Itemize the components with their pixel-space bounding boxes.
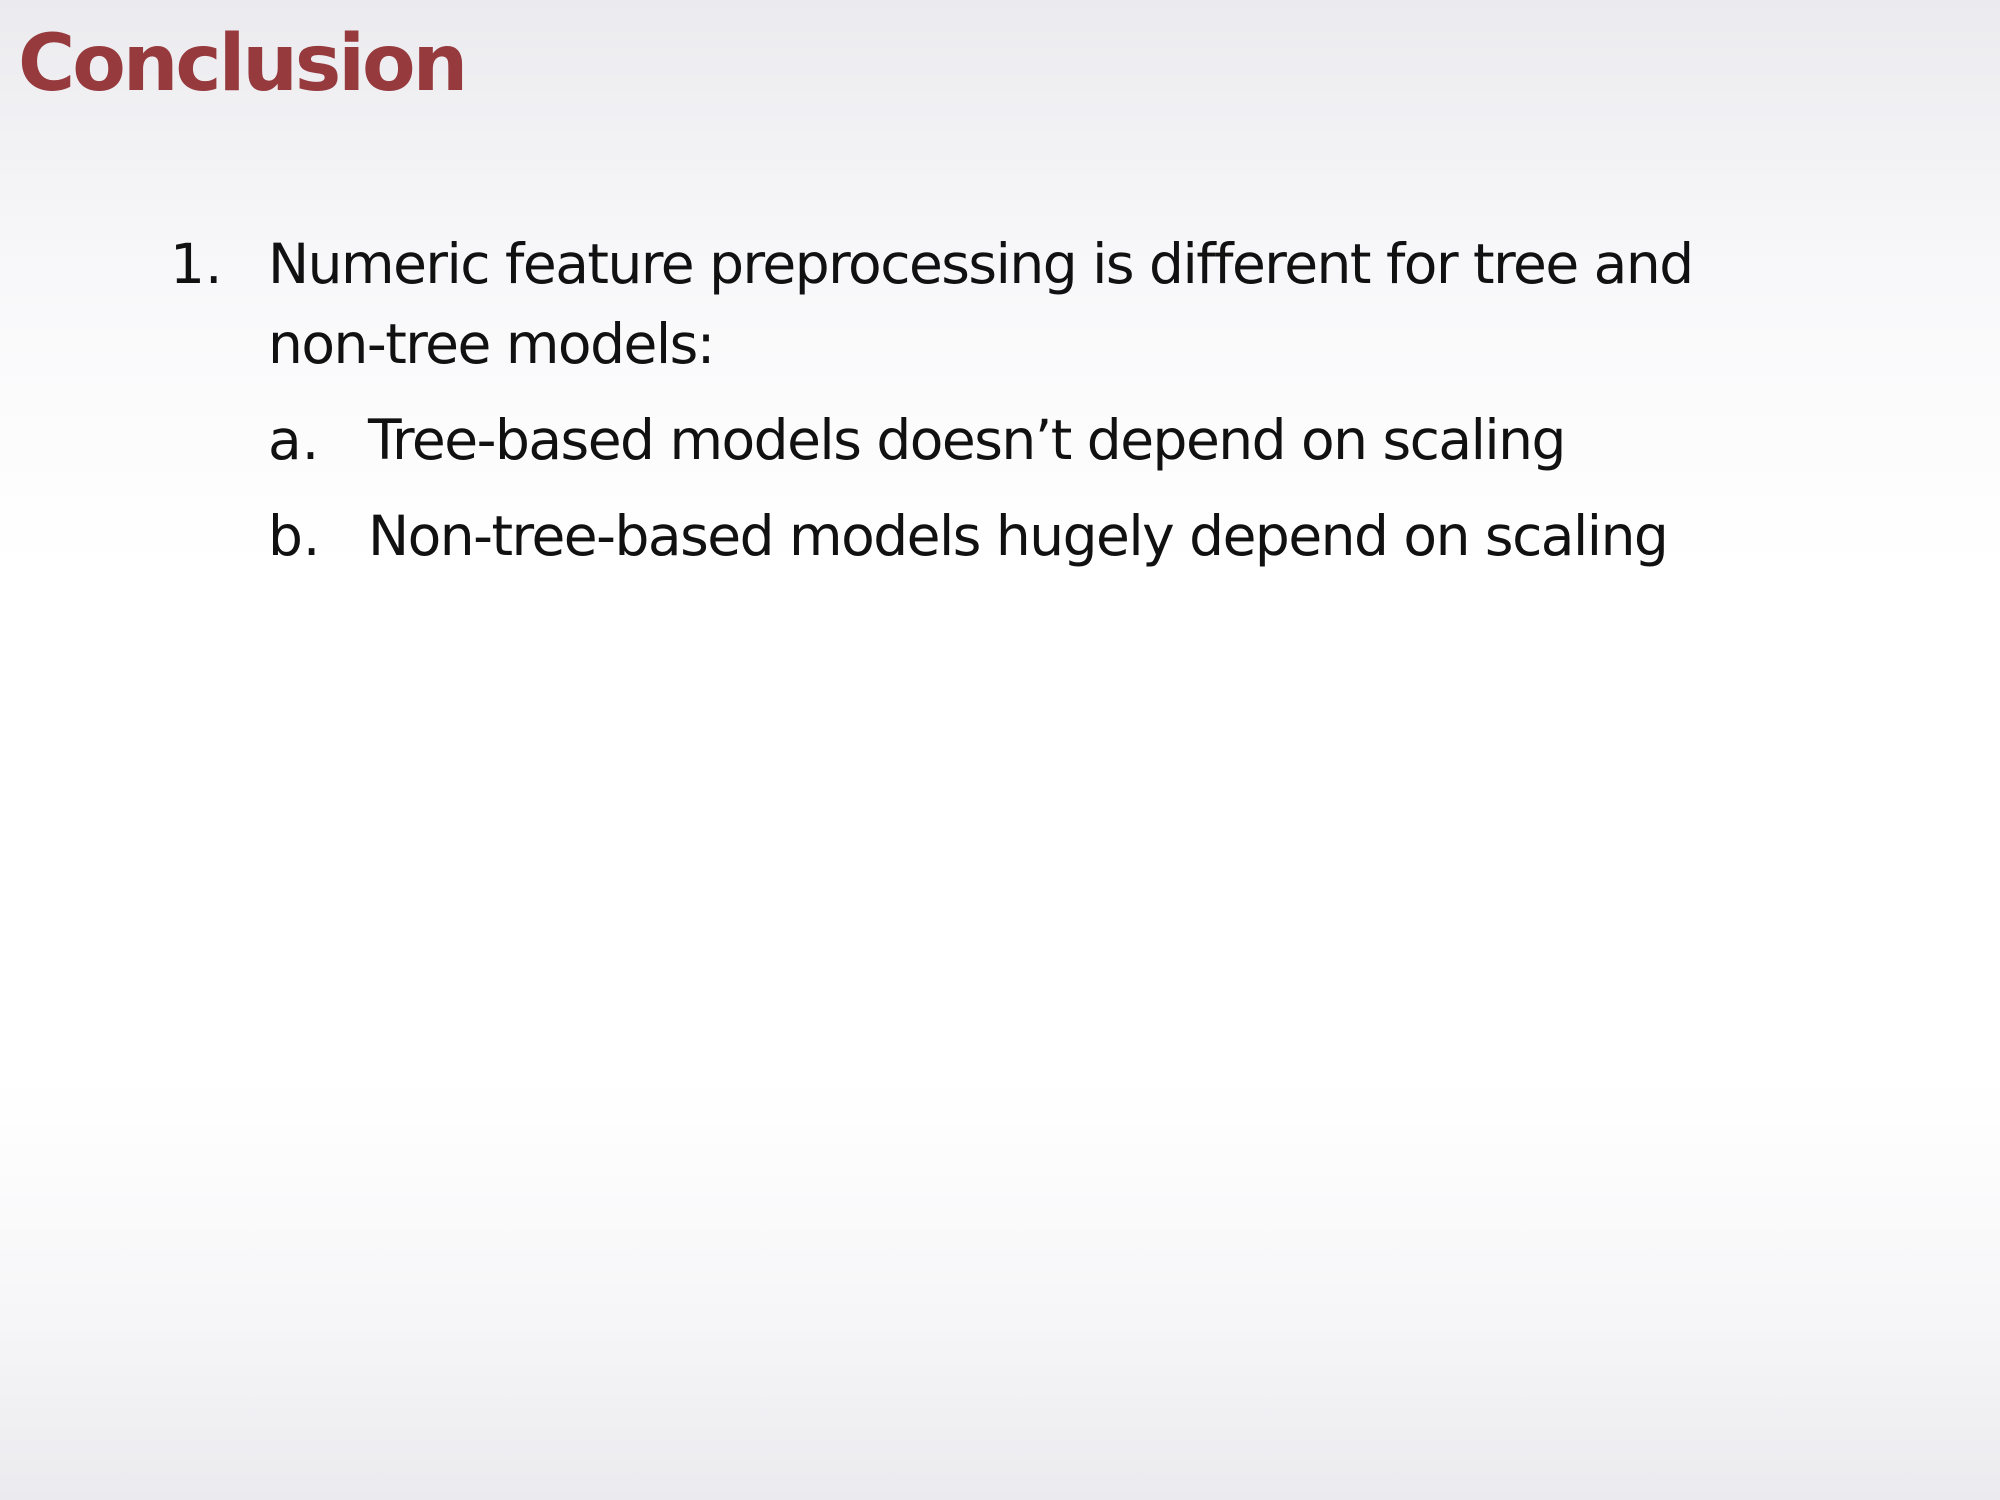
sublist-item-b: Non-tree-based models hugely depend on s… [368,504,1669,568]
list-item-1-line-1: Numeric feature preprocessing is differe… [268,232,1694,296]
sublist-marker-b: b. [268,504,321,568]
sublist-item-a: Tree-based models doesn’t depend on scal… [368,408,1566,472]
list-item-1-line-2: non-tree models: [268,312,715,376]
sublist-marker-a: a. [268,408,320,472]
list-marker-1: 1. [170,232,223,296]
slide-content: 1. Numeric feature preprocessing is diff… [0,0,2000,1500]
